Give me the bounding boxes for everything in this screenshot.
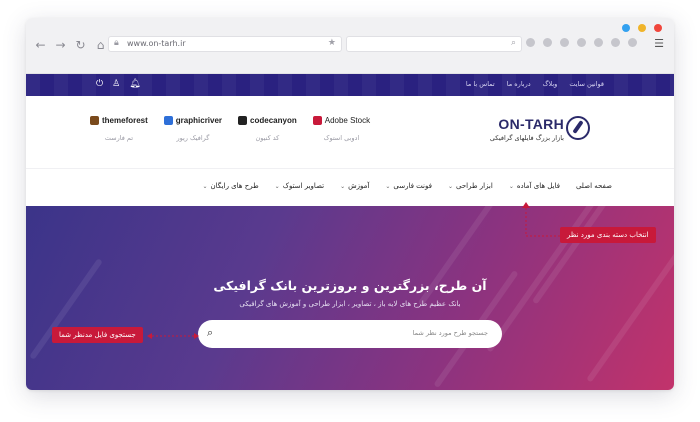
window-dot-red[interactable] (654, 24, 662, 32)
marketplace-links: themeforest تم فارست graphicriver گرافیک… (90, 116, 370, 142)
chevron-down-icon: ⌄ (340, 183, 346, 190)
back-arrow-icon[interactable]: ← (34, 38, 47, 52)
address-url[interactable]: www.on-tarh.ir (127, 39, 186, 48)
extension-icon[interactable] (594, 38, 603, 47)
nav-buttons: ← → ↻ ⌂ (34, 38, 107, 52)
hero-subtitle: بانک عظیم طرح های لایه باز ، تصاویر ، اب… (239, 300, 461, 308)
chevron-down-icon: ⌄ (385, 183, 391, 190)
market-adobe-stock[interactable]: Adobe Stock ادوبی استوک (312, 116, 370, 142)
menu-item-free-designs[interactable]: طرح های رایگان⌄ (203, 182, 259, 190)
extension-icon[interactable] (543, 38, 552, 47)
hero-title: آن طرح، بزرگترین و بروزترین بانک گرافیکی (213, 278, 487, 293)
menu-item-persian-fonts[interactable]: فونت فارسی⌄ (385, 182, 432, 190)
market-themeforest[interactable]: themeforest تم فارست (90, 116, 148, 142)
main-menu: صفحه اصلی فایل های آماده⌄ ابزار طراحی⌄ ف… (26, 168, 674, 206)
topbar-link-contact[interactable]: تماس با ما (466, 80, 495, 88)
hero-search-input[interactable]: جستجو طرح مورد نظر شما ⌕ (198, 320, 502, 348)
annotation-search: جستجوی فایل مدنظر شما (52, 327, 143, 343)
search-icon: ⌕ (510, 38, 516, 48)
browser-toolbar: ← → ↻ ⌂ 🔒︎ www.on-tarh.ir ★ ⌕ ☰ (26, 18, 674, 74)
window-controls (622, 24, 662, 32)
adobe-stock-icon (312, 116, 322, 125)
bookmark-star-icon[interactable]: ★ (328, 38, 336, 48)
chevron-down-icon: ⌄ (508, 183, 514, 190)
menu-item-stock-images[interactable]: تصاویر استوک⌄ (275, 182, 324, 190)
pen-nib-logo-icon (566, 116, 590, 140)
chevron-down-icon: ⌄ (202, 183, 208, 190)
graphicriver-icon (163, 116, 173, 125)
extension-icon[interactable] (611, 38, 620, 47)
browser-window: ← → ↻ ⌂ 🔒︎ www.on-tarh.ir ★ ⌕ ☰ قوانین س… (26, 18, 674, 390)
topbar-link-rules[interactable]: قوانین سایت (569, 80, 604, 88)
browser-search-bar[interactable]: ⌕ (346, 36, 522, 52)
home-icon[interactable]: ⌂ (94, 38, 107, 52)
window-dot-blue[interactable] (622, 24, 630, 32)
annotation-category: انتخاب دسته بندی مورد نظر (560, 227, 656, 243)
menu-item-ready-files[interactable]: فایل های آماده⌄ (509, 182, 560, 190)
market-graphicriver[interactable]: graphicriver گرافیک ریور (163, 116, 222, 142)
logo-tagline: بازار بزرگ فایلهای گرافیکی (489, 134, 564, 142)
topbar-icons: ⏻ ♙ 🔔︎ (96, 79, 141, 89)
search-placeholder: جستجو طرح مورد نظر شما (412, 329, 488, 337)
power-icon[interactable]: ⏻ (96, 79, 103, 89)
site-topbar: قوانین سایت وبلاگ درباره ما تماس با ما ⏻… (26, 74, 674, 96)
bell-icon[interactable]: 🔔︎ (129, 79, 140, 89)
reload-icon[interactable]: ↻ (74, 38, 87, 52)
themeforest-icon (90, 116, 99, 125)
chevron-down-icon: ⌄ (274, 183, 280, 190)
extension-icon[interactable] (577, 38, 586, 47)
extension-icons (526, 38, 637, 47)
extension-icon[interactable] (560, 38, 569, 47)
menu-item-design-tools[interactable]: ابزار طراحی⌄ (448, 182, 493, 190)
user-icon[interactable]: ♙ (112, 79, 120, 89)
chevron-down-icon: ⌄ (447, 183, 453, 190)
search-icon[interactable]: ⌕ (207, 326, 213, 340)
lock-icon: 🔒︎ (114, 38, 119, 48)
market-codecanyon[interactable]: codecanyon کد کنیون (238, 116, 297, 142)
menu-hamburger-icon[interactable]: ☰ (654, 37, 664, 50)
site-header: ON-TARH بازار بزرگ فایلهای گرافیکی theme… (26, 96, 674, 168)
extension-icon[interactable] (526, 38, 535, 47)
address-bar[interactable]: 🔒︎ www.on-tarh.ir ★ (108, 36, 342, 52)
window-dot-yellow[interactable] (638, 24, 646, 32)
menu-item-home[interactable]: صفحه اصلی (576, 182, 612, 190)
logo-name: ON-TARH (498, 116, 564, 132)
topbar-links: قوانین سایت وبلاگ درباره ما تماس با ما (466, 80, 604, 88)
topbar-link-about[interactable]: درباره ما (507, 80, 531, 88)
forward-arrow-icon[interactable]: → (54, 38, 67, 52)
site-logo[interactable]: ON-TARH بازار بزرگ فایلهای گرافیکی (482, 114, 592, 148)
topbar-link-blog[interactable]: وبلاگ (543, 80, 558, 88)
extension-icon[interactable] (628, 38, 637, 47)
codecanyon-icon (238, 116, 248, 125)
menu-item-tutorials[interactable]: آموزش⌄ (340, 182, 369, 190)
